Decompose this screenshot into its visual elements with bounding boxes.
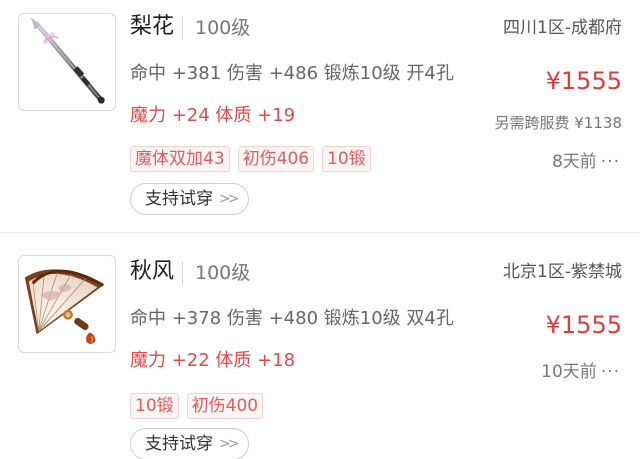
item-level: 100级 [182, 261, 250, 285]
listing-card[interactable]: 秋风 100级 北京1区-紫禁城 命中 +378 伤害 +480 锻炼10级 双… [0, 240, 640, 459]
tag: 魔体双加43 [130, 146, 230, 172]
tag: 10锻 [322, 146, 371, 172]
double-chevron-right-icon: >> [219, 191, 240, 207]
try-on-button[interactable]: 支持试穿 >> [130, 428, 250, 459]
cross-server-fee: 另需跨服费 ¥1138 [494, 114, 623, 132]
ellipsis-icon[interactable]: ··· [601, 362, 620, 382]
try-on-label: 支持试穿 [145, 189, 213, 209]
fan-weapon-icon[interactable] [18, 255, 116, 353]
price: ¥1555 [545, 67, 622, 95]
tag: 初伤400 [186, 393, 264, 419]
item-attributes: 魔力 +24 体质 +19 [130, 105, 296, 126]
try-on-label: 支持试穿 [145, 434, 213, 454]
try-on-button[interactable]: 支持试穿 >> [130, 183, 250, 215]
item-stats: 命中 +378 伤害 +480 锻炼10级 双4孔 [130, 308, 454, 329]
item-name: 梨花 [130, 14, 175, 39]
price: ¥1555 [545, 311, 622, 339]
item-stats: 命中 +381 伤害 +486 锻炼10级 开4孔 [130, 63, 454, 84]
spear-weapon-icon[interactable] [18, 13, 116, 111]
tag: 初伤406 [237, 146, 315, 172]
server-name: 四川1区-成都府 [503, 18, 622, 38]
double-chevron-right-icon: >> [219, 436, 240, 452]
listing-time[interactable]: 10天前 ··· [541, 360, 620, 384]
listing-card[interactable]: 梨花 100级 四川1区-成都府 命中 +381 伤害 +486 锻炼10级 开… [0, 0, 640, 230]
tag-list: 10锻 初伤400 [130, 393, 264, 419]
tag-list: 魔体双加43 初伤406 10锻 [130, 146, 371, 172]
time-label: 8天前 [551, 152, 597, 172]
item-level: 100级 [182, 16, 250, 40]
item-attributes: 魔力 +22 体质 +18 [130, 350, 296, 371]
listing-time[interactable]: 8天前 ··· [552, 150, 620, 174]
time-label: 10天前 [541, 362, 597, 382]
server-name: 北京1区-紫禁城 [503, 262, 622, 282]
ellipsis-icon[interactable]: ··· [601, 152, 620, 172]
listing-list: 梨花 100级 四川1区-成都府 命中 +381 伤害 +486 锻炼10级 开… [0, 0, 640, 459]
item-name: 秋风 [130, 259, 175, 284]
divider [0, 232, 640, 233]
tag: 10锻 [130, 393, 179, 419]
